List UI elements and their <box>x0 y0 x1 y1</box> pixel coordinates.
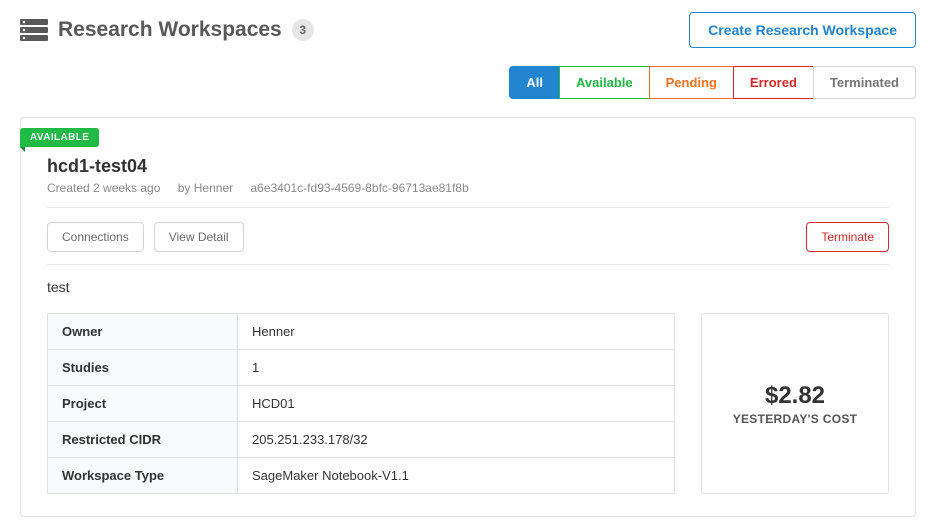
table-row: Project HCD01 <box>48 386 675 422</box>
type-label: Workspace Type <box>48 458 238 494</box>
divider <box>47 264 889 265</box>
workspace-name: hcd1-test04 <box>47 156 889 177</box>
action-row: Connections View Detail Terminate <box>47 222 889 252</box>
tab-pending[interactable]: Pending <box>649 66 734 99</box>
studies-label: Studies <box>48 350 238 386</box>
server-icon <box>20 19 48 41</box>
type-value: SageMaker Notebook-V1.1 <box>238 458 675 494</box>
table-row: Studies 1 <box>48 350 675 386</box>
tab-all[interactable]: All <box>509 66 560 99</box>
connections-button[interactable]: Connections <box>47 222 144 252</box>
workspace-description: test <box>47 279 889 295</box>
workspace-card: AVAILABLE hcd1-test04 Created 2 weeks ag… <box>20 117 916 517</box>
cidr-label: Restricted CIDR <box>48 422 238 458</box>
owner-label: Owner <box>48 314 238 350</box>
cost-box: $2.82 YESTERDAY'S COST <box>701 313 889 494</box>
tab-available[interactable]: Available <box>559 66 650 99</box>
table-row: Owner Henner <box>48 314 675 350</box>
table-row: Restricted CIDR 205.251.233.178/32 <box>48 422 675 458</box>
divider <box>47 207 889 208</box>
view-detail-button[interactable]: View Detail <box>154 222 244 252</box>
title-group: Research Workspaces 3 <box>20 18 314 42</box>
cidr-value: 205.251.233.178/32 <box>238 422 675 458</box>
workspace-count-badge: 3 <box>292 19 314 41</box>
terminate-button[interactable]: Terminate <box>806 222 889 252</box>
workspace-created: Created 2 weeks ago <box>47 181 160 195</box>
page-title: Research Workspaces <box>58 18 282 42</box>
studies-value: 1 <box>238 350 675 386</box>
page-header: Research Workspaces 3 Create Research Wo… <box>20 12 916 48</box>
details-table: Owner Henner Studies 1 Project HCD01 Res… <box>47 313 675 494</box>
project-value: HCD01 <box>238 386 675 422</box>
create-workspace-button[interactable]: Create Research Workspace <box>689 12 916 48</box>
table-row: Workspace Type SageMaker Notebook-V1.1 <box>48 458 675 494</box>
status-tabs: All Available Pending Errored Terminated <box>20 66 916 99</box>
project-label: Project <box>48 386 238 422</box>
cost-label: YESTERDAY'S COST <box>733 412 858 426</box>
tab-terminated[interactable]: Terminated <box>813 66 916 99</box>
workspace-meta: Created 2 weeks ago by Henner a6e3401c-f… <box>47 181 889 195</box>
cost-amount: $2.82 <box>765 382 825 410</box>
workspace-uuid: a6e3401c-fd93-4569-8bfc-96713ae81f8b <box>250 181 468 195</box>
workspace-author: by Henner <box>178 181 233 195</box>
tab-errored[interactable]: Errored <box>733 66 814 99</box>
owner-value: Henner <box>238 314 675 350</box>
status-badge: AVAILABLE <box>20 128 99 147</box>
